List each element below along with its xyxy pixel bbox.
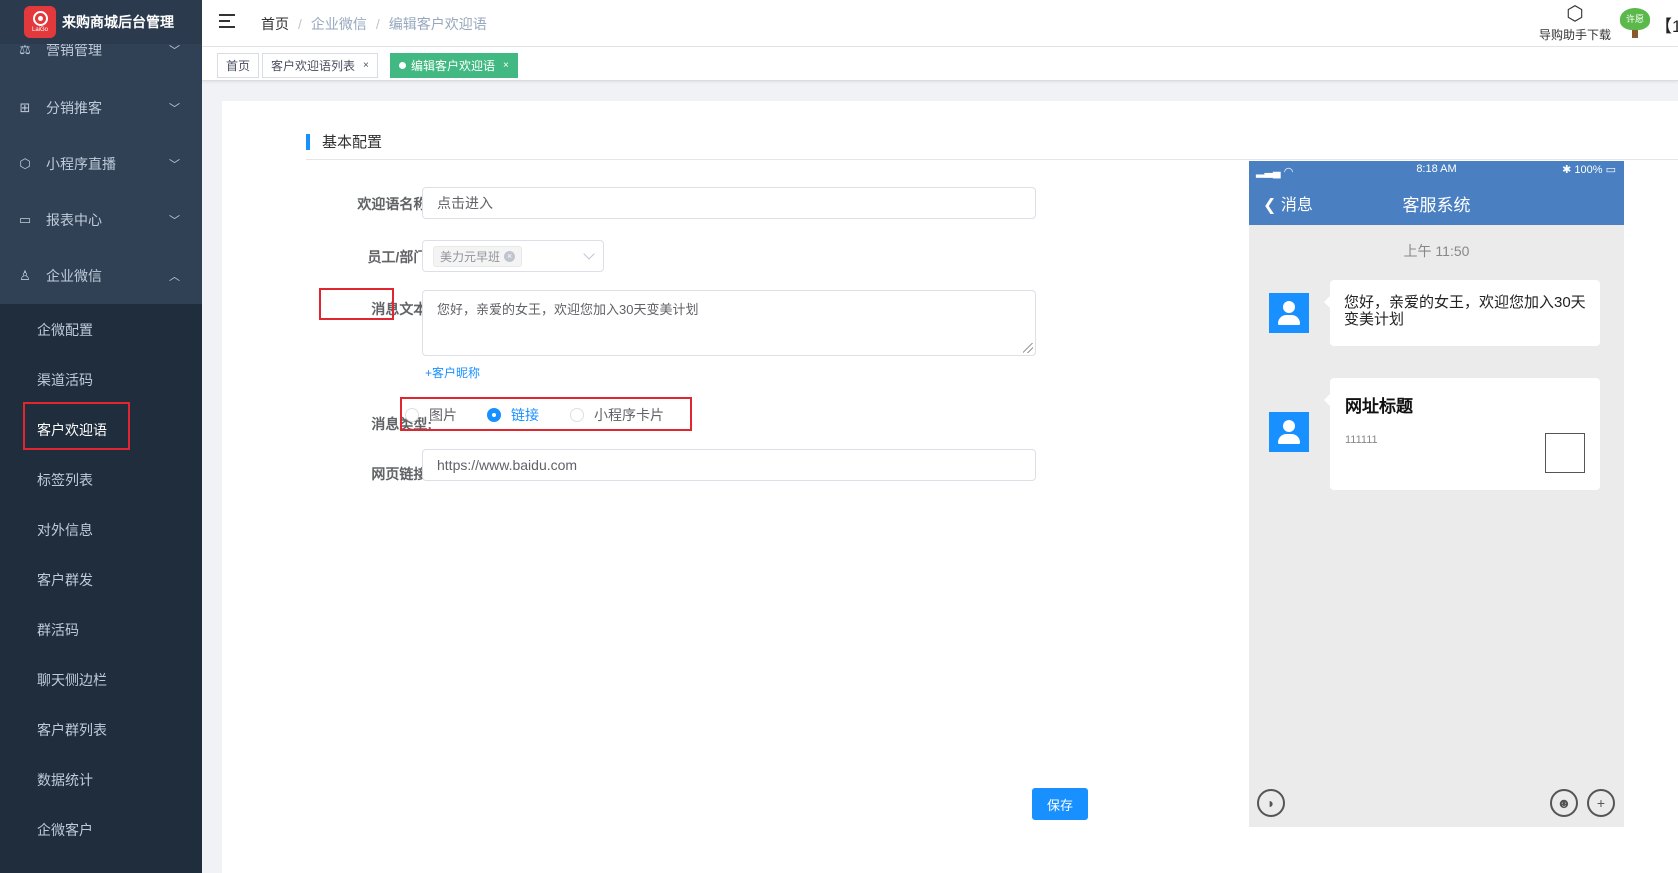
battery-indicator: ✱ 100% ▭	[1562, 164, 1616, 176]
chevron-down-icon: ﹀	[169, 45, 180, 57]
chevron-down-icon	[583, 248, 595, 260]
monitor-icon: ▭	[18, 212, 32, 227]
plus-icon: +	[1587, 789, 1615, 817]
avatar[interactable]: 许愿	[1620, 8, 1652, 38]
tab-label: 客户欢迎语列表	[271, 59, 356, 73]
guide-download-label: 导购助手下载	[1538, 28, 1611, 42]
guide-download-button[interactable]: ⬡ 导购助手下载	[1537, 2, 1613, 43]
radio-link[interactable]: 链接	[487, 405, 539, 425]
chevron-up-icon: ︿	[169, 271, 180, 283]
emoji-icon: ☻	[1550, 789, 1578, 817]
tab-welcome-list[interactable]: 客户欢迎语列表 ×	[262, 53, 378, 78]
staff-label: 员工/部门:	[367, 249, 432, 265]
app-logo-bar: LaiGo 来购商城后台管理	[0, 0, 202, 44]
tab-edit-welcome[interactable]: 编辑客户欢迎语 ×	[390, 53, 518, 78]
user-name[interactable]: 【10	[1655, 12, 1678, 37]
breadcrumb-current: 编辑客户欢迎语	[388, 16, 487, 32]
sidebar-group-wecom[interactable]: ♙ 企业微信 ︿	[0, 248, 202, 304]
tab-label: 首页	[226, 59, 251, 73]
avatar	[1269, 412, 1309, 452]
phone-preview: ▂▃▄ ◠ 8:18 AM ✱ 100% ▭ ❮ 消息 客服系统 上午 11:5…	[1249, 161, 1624, 827]
phone-title: 客服系统	[1402, 196, 1471, 215]
sidebar-item-chat-sidebar[interactable]: 聊天侧边栏	[0, 655, 202, 705]
breadcrumb-wecom: 企业微信	[310, 16, 367, 32]
close-icon[interactable]: ×	[503, 60, 509, 71]
sidebar: ⚖ 营销管理 ﹀ LaiGo 来购商城后台管理 ⊞ 分销推客 ﹀ ⬡ 小程序直播…	[0, 0, 202, 873]
sidebar-item-welcome[interactable]: 客户欢迎语	[0, 405, 202, 455]
sidebar-group-live[interactable]: ⬡ 小程序直播 ﹀	[0, 136, 202, 192]
users-icon: ♙	[19, 268, 31, 283]
radio-image[interactable]: 图片	[405, 405, 457, 425]
chart-icon: ⚖	[19, 42, 31, 57]
sidebar-item-channel-code[interactable]: 渠道活码	[0, 355, 202, 405]
staff-tag: 美力元早班 ×	[433, 245, 523, 267]
chevron-down-icon: ﹀	[169, 215, 180, 227]
app-title: 来购商城后台管理	[62, 14, 174, 30]
name-label: 欢迎语名称:	[357, 196, 432, 212]
message-text-label: 消息文本:	[371, 301, 432, 317]
phone-navbar: ▂▃▄ ◠ 8:18 AM ✱ 100% ▭ ❮ 消息 客服系统	[1249, 161, 1624, 225]
close-icon[interactable]: ×	[363, 60, 369, 71]
add-nickname-link[interactable]: +客户昵称	[425, 364, 480, 381]
remove-tag-icon[interactable]: ×	[504, 250, 516, 262]
top-header: 首页 / 企业微信 / 编辑客户欢迎语	[202, 0, 1678, 47]
tab-label: 编辑客户欢迎语	[411, 59, 496, 73]
chevron-down-icon: ﹀	[169, 159, 180, 171]
logo: LaiGo	[24, 6, 56, 38]
sidebar-item-wecom-config[interactable]: 企微配置	[0, 305, 202, 355]
link-card-title: 网址标题	[1345, 397, 1413, 416]
sidebar-group-label: 分销推客	[46, 100, 102, 116]
sidebar-item-group-list[interactable]: 客户群列表	[0, 705, 202, 755]
link-input[interactable]: https://www.baidu.com	[422, 449, 1036, 481]
sidebar-group-label: 小程序直播	[46, 156, 116, 172]
message-textarea[interactable]: 您好，亲爱的女王，欢迎您加入30天变美计划	[422, 290, 1036, 356]
radio-miniprogram[interactable]: 小程序卡片	[570, 405, 664, 425]
name-input[interactable]: 点击进入	[422, 187, 1036, 219]
box-icon: ⬡	[1566, 3, 1584, 25]
link-card-desc: 111111	[1345, 434, 1378, 446]
sidebar-item-customers[interactable]: 企微客户	[0, 805, 202, 855]
sidebar-group-reports[interactable]: ▭ 报表中心 ﹀	[0, 192, 202, 248]
avatar	[1269, 293, 1309, 333]
menu-toggle-icon[interactable]	[219, 14, 237, 28]
chevron-down-icon: ﹀	[169, 103, 180, 115]
section-title: 基本配置	[306, 131, 382, 152]
voice-icon: ◗	[1257, 789, 1285, 817]
sidebar-item-mass-send[interactable]: 客户群发	[0, 555, 202, 605]
sidebar-item-statistics[interactable]: 数据统计	[0, 755, 202, 805]
sidebar-item-group-code[interactable]: 群活码	[0, 605, 202, 655]
save-button[interactable]: 保存	[1032, 788, 1088, 820]
tags-view: 首页 客户欢迎语列表 × 编辑客户欢迎语 ×	[202, 47, 1678, 81]
sidebar-item-external-info[interactable]: 对外信息	[0, 505, 202, 555]
sidebar-item-tags[interactable]: 标签列表	[0, 455, 202, 505]
cube-icon: ⬡	[19, 156, 31, 171]
breadcrumb-home[interactable]: 首页	[261, 14, 289, 34]
chat-time: 上午 11:50	[1403, 243, 1470, 259]
hierarchy-icon: ⊞	[19, 100, 31, 115]
sidebar-group-distribution[interactable]: ⊞ 分销推客 ﹀	[0, 80, 202, 136]
link-card: 网址标题 111111	[1324, 378, 1600, 490]
link-label: 网页链接:	[371, 466, 432, 482]
message-bubble: 您好，亲爱的女王，欢迎您加入30天变美计划	[1324, 280, 1600, 346]
sidebar-group-label: 企业微信	[46, 268, 102, 284]
active-dot-icon	[399, 62, 406, 69]
link-thumbnail	[1545, 433, 1585, 473]
sidebar-group-label: 报表中心	[46, 212, 102, 228]
status-bar: ▂▃▄ ◠ 8:18 AM ✱ 100% ▭	[1249, 163, 1624, 179]
breadcrumb: 首页 / 企业微信 / 编辑客户欢迎语	[261, 14, 487, 34]
staff-select[interactable]: 美力元早班 ×	[422, 240, 604, 272]
resize-handle[interactable]	[1023, 343, 1033, 353]
tab-home[interactable]: 首页	[217, 53, 260, 78]
